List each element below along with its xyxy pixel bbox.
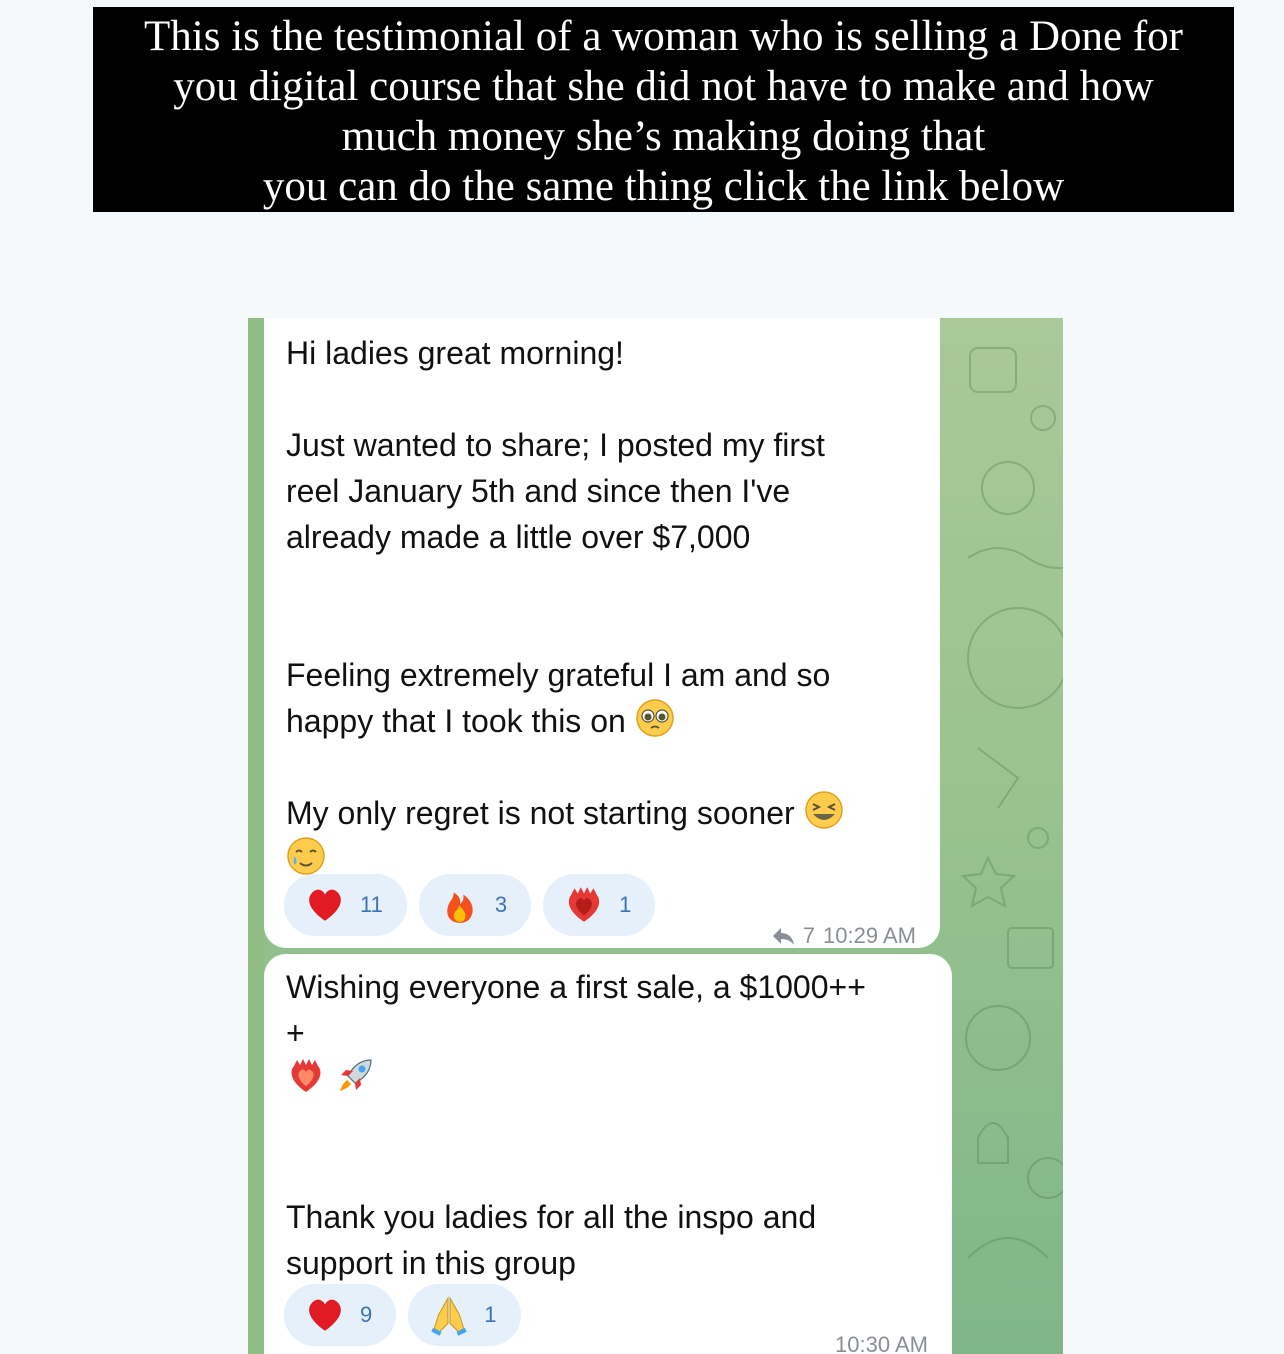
caption-banner: This is the testimonial of a woman who i… xyxy=(93,7,1234,212)
reaction-chip[interactable]: 1 xyxy=(408,1284,521,1346)
reaction-count: 11 xyxy=(360,892,383,917)
caption-line: you can do the same thing click the link… xyxy=(262,163,1065,210)
message-text: happy that I took this on xyxy=(286,703,626,739)
message-bubble[interactable]: Hi ladies great morning! Just wanted to … xyxy=(264,318,940,948)
heart-on-fire-icon xyxy=(568,887,600,922)
message-text: My only regret is not starting sooner xyxy=(286,795,795,831)
message-text: + xyxy=(286,1015,305,1051)
message-meta: 10:30 AM xyxy=(835,1322,928,1354)
message-text: Thank you ladies for all the inspo and xyxy=(286,1199,817,1235)
heart-icon xyxy=(309,889,341,921)
message-time: 10:30 AM xyxy=(835,1332,928,1354)
message-text: Feeling extremely grateful I am and so xyxy=(286,657,831,693)
reaction-chip[interactable]: 1 xyxy=(543,874,656,936)
laughing-face-icon xyxy=(804,791,843,829)
message-meta: 7 10:29 AM xyxy=(771,913,916,959)
message-text-row: happy that I took this on xyxy=(286,698,675,744)
reaction-count: 3 xyxy=(494,892,508,917)
reactions-bar: 11 3 1 xyxy=(284,874,656,936)
reactions-bar: 9 1 xyxy=(284,1284,521,1346)
folded-hands-icon xyxy=(431,1296,467,1336)
rocket-icon xyxy=(339,1059,372,1091)
message-text: reel January 5th and since then I've xyxy=(286,473,791,509)
reaction-count: 1 xyxy=(484,1302,497,1327)
message-text-row: My only regret is not starting sooner xyxy=(286,790,844,836)
chat-screenshot: Hi ladies great morning! Just wanted to … xyxy=(248,318,1063,1354)
pleading-face-icon xyxy=(635,699,674,737)
message-text: Hi ladies great morning! xyxy=(286,335,624,371)
chat-wallpaper-pattern xyxy=(960,347,1063,1259)
smiling-face-with-tear-icon xyxy=(287,837,325,875)
forward-arrow-icon xyxy=(772,928,794,945)
fire-icon xyxy=(447,892,473,923)
reaction-chip[interactable]: 3 xyxy=(418,874,532,936)
message-bubble[interactable]: Wishing everyone a first sale, a $1000++… xyxy=(264,954,952,1354)
heart-on-fire-icon xyxy=(291,1059,321,1092)
caption-line: much money she’s making doing that xyxy=(341,113,986,160)
reaction-chip[interactable]: 11 xyxy=(284,874,407,936)
message-emoji-row xyxy=(286,1056,375,1102)
reaction-chip[interactable]: 9 xyxy=(284,1284,397,1346)
message-time: 10:29 AM xyxy=(823,923,916,948)
message-text: Just wanted to share; I posted my first xyxy=(286,427,825,463)
reaction-count: 9 xyxy=(360,1302,373,1327)
message-text: Wishing everyone a first sale, a $1000++ xyxy=(286,969,866,1005)
caption-line: you digital course that she did not have… xyxy=(173,63,1154,110)
chat-edge xyxy=(248,318,264,1354)
message-text: already made a little over $7,000 xyxy=(286,519,751,555)
reaction-count: 1 xyxy=(619,892,632,917)
heart-icon xyxy=(309,1299,341,1331)
message-text: support in this group xyxy=(286,1245,576,1281)
caption-line: This is the testimonial of a woman who i… xyxy=(144,13,1183,60)
forward-count: 7 xyxy=(802,923,816,948)
